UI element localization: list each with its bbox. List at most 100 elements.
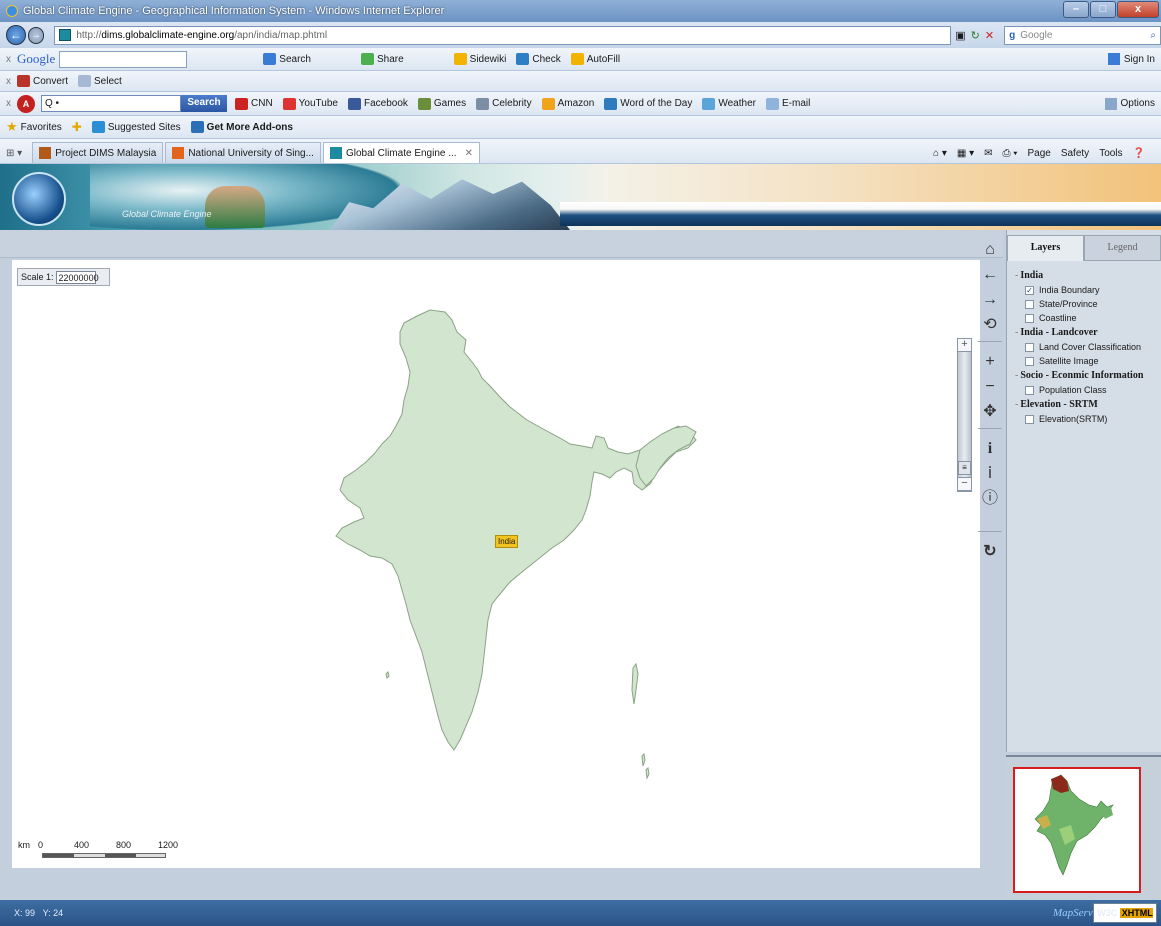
- select-button[interactable]: Select: [78, 75, 122, 87]
- scalebar-tick-800: 800: [116, 840, 132, 850]
- compatibility-icon[interactable]: ▣: [955, 29, 965, 42]
- layer-group-socio-economic[interactable]: Socio - Econmic Information: [1015, 370, 1161, 381]
- zoom-in-icon[interactable]: +: [978, 350, 1002, 374]
- layer-population-class[interactable]: Population Class: [1025, 385, 1161, 395]
- link-word-of-the-day[interactable]: Word of the Day: [604, 97, 693, 110]
- zoom-slider[interactable]: + ≡ −: [957, 338, 972, 492]
- reload-icon[interactable]: ↻: [978, 540, 1002, 564]
- info-icon[interactable]: i: [978, 437, 1002, 461]
- google-signin[interactable]: Sign In: [1107, 53, 1155, 65]
- safety-menu[interactable]: Safety: [1061, 148, 1089, 159]
- layer-group-landcover[interactable]: India - Landcover: [1015, 327, 1161, 338]
- quick-tabs-icon[interactable]: ⊞ ▾: [6, 148, 22, 159]
- refresh-map-icon[interactable]: ⟲: [978, 313, 1002, 337]
- zoom-slider-minus-button[interactable]: −: [957, 477, 972, 491]
- layer-coastline[interactable]: Coastline: [1025, 313, 1161, 323]
- tab-close-icon[interactable]: ✕: [465, 148, 473, 159]
- address-bar-actions: ▣ ↻ ✕: [955, 29, 999, 42]
- mapserver-badge[interactable]: MapServer: [1053, 903, 1102, 923]
- identify-icon[interactable]: ⅰ: [978, 462, 1002, 486]
- favorites-button[interactable]: ★ Favorites: [6, 119, 62, 135]
- google-search-input[interactable]: [59, 50, 188, 68]
- convert-toolbar-close[interactable]: x: [6, 76, 11, 87]
- layer-elevation-srtm[interactable]: Elevation(SRTM): [1025, 414, 1161, 424]
- google-autofill-button[interactable]: AutoFill: [570, 53, 620, 65]
- google-share-button[interactable]: Share: [360, 53, 404, 65]
- layer-checkbox[interactable]: [1025, 356, 1034, 366]
- map-country-label[interactable]: India: [495, 535, 519, 548]
- link-youtube[interactable]: YouTube: [282, 97, 338, 110]
- search-magnifier-icon[interactable]: ⌕: [1150, 30, 1156, 41]
- india-northeast: [635, 425, 697, 487]
- w3c-xhtml-badge[interactable]: W3C XHTML 1.0: [1093, 903, 1157, 926]
- back-arrow-icon[interactable]: ←: [978, 263, 1002, 287]
- zoom-out-icon[interactable]: −: [978, 375, 1002, 399]
- layer-checkbox[interactable]: [1025, 342, 1034, 352]
- link-word-of-the-day-label: Word of the Day: [620, 98, 693, 109]
- link-facebook[interactable]: Facebook: [347, 97, 408, 110]
- link-cnn[interactable]: CNN: [235, 97, 273, 110]
- back-button[interactable]: ←: [6, 25, 26, 45]
- home-icon[interactable]: ⌂: [978, 238, 1002, 262]
- layer-group-india[interactable]: India: [1015, 270, 1161, 281]
- google-search-button[interactable]: Search: [263, 53, 311, 65]
- mail-icon[interactable]: ✉: [984, 148, 992, 159]
- layer-checkbox[interactable]: [1025, 313, 1034, 323]
- tab-project-dims[interactable]: Project DIMS Malaysia: [32, 142, 164, 163]
- layer-checkbox[interactable]: ✓: [1025, 285, 1034, 295]
- toolbar-search-button[interactable]: Search: [181, 95, 227, 112]
- query-icon[interactable]: ⓘ: [978, 487, 1002, 511]
- layer-state-province[interactable]: State/Province: [1025, 299, 1161, 309]
- zoom-slider-thumb[interactable]: ≡: [958, 461, 971, 475]
- minimize-button[interactable]: –: [1063, 1, 1089, 18]
- get-more-addons-link[interactable]: Get More Add-ons: [190, 121, 293, 133]
- add-favorite-button[interactable]: ✚: [72, 120, 82, 134]
- page-menu[interactable]: Page: [1027, 148, 1050, 159]
- tab-nus[interactable]: National University of Sing...: [165, 142, 321, 163]
- google-toolbar-close[interactable]: x: [6, 54, 11, 65]
- tab-global-climate-engine[interactable]: Global Climate Engine ... ✕: [322, 142, 480, 163]
- links-toolbar-close[interactable]: x: [6, 98, 11, 109]
- url-field[interactable]: http://dims.globalclimate-engine.org/apn…: [54, 25, 952, 45]
- link-amazon[interactable]: Amazon: [541, 97, 594, 110]
- feeds-icon[interactable]: ▦ ▾: [957, 148, 974, 159]
- layer-india-boundary[interactable]: ✓ India Boundary: [1025, 285, 1161, 295]
- close-button[interactable]: x: [1117, 1, 1159, 18]
- convert-button[interactable]: Convert: [17, 75, 68, 87]
- google-sidewiki-button[interactable]: Sidewiki: [453, 53, 506, 65]
- suggested-sites-link[interactable]: Suggested Sites: [91, 121, 181, 133]
- link-celebrity[interactable]: Celebrity: [476, 97, 532, 110]
- pan-icon[interactable]: ✥: [978, 400, 1002, 424]
- forward-arrow-icon[interactable]: →: [978, 288, 1002, 312]
- browser-search-field[interactable]: g Google ⌕: [1004, 25, 1161, 45]
- zoom-slider-plus-button[interactable]: +: [957, 338, 972, 352]
- link-games[interactable]: Games: [417, 97, 466, 110]
- toolbar-search-input[interactable]: Q •: [41, 95, 181, 112]
- refresh-icon[interactable]: ↻: [971, 29, 980, 42]
- overview-map[interactable]: [1013, 767, 1141, 893]
- link-email[interactable]: E-mail: [765, 97, 810, 110]
- stop-icon[interactable]: ✕: [985, 29, 994, 42]
- layer-checkbox[interactable]: [1025, 299, 1034, 309]
- print-icon[interactable]: ⎙ ▾: [1002, 148, 1017, 159]
- tab-legend[interactable]: Legend: [1084, 235, 1161, 261]
- tools-menu[interactable]: Tools: [1099, 148, 1122, 159]
- layer-checkbox[interactable]: [1025, 414, 1034, 424]
- help-icon[interactable]: ❓: [1133, 148, 1145, 159]
- home-page-icon[interactable]: ⌂ ▾: [933, 148, 947, 159]
- layer-checkbox[interactable]: [1025, 385, 1034, 395]
- layer-group-elevation[interactable]: Elevation - SRTM: [1015, 399, 1161, 410]
- sign-in-link[interactable]: Sign In: [1124, 54, 1155, 65]
- google-check-button[interactable]: Check: [516, 53, 561, 65]
- celebrity-icon: [476, 97, 490, 110]
- tab-favicon-icon: [329, 147, 342, 159]
- link-weather[interactable]: Weather: [702, 97, 756, 110]
- toolbar-options[interactable]: Options: [1104, 97, 1155, 110]
- layer-satellite-image[interactable]: Satellite Image: [1025, 356, 1161, 366]
- layer-land-cover-classification[interactable]: Land Cover Classification: [1025, 342, 1161, 352]
- forward-button[interactable]: →: [27, 26, 45, 44]
- maximize-button[interactable]: □: [1090, 1, 1116, 18]
- tab-layers[interactable]: Layers: [1007, 235, 1084, 261]
- map-canvas[interactable]: Scale 1: 22000000 India + ≡ − km 0 400 8…: [12, 260, 980, 868]
- addons-icon: [190, 121, 204, 133]
